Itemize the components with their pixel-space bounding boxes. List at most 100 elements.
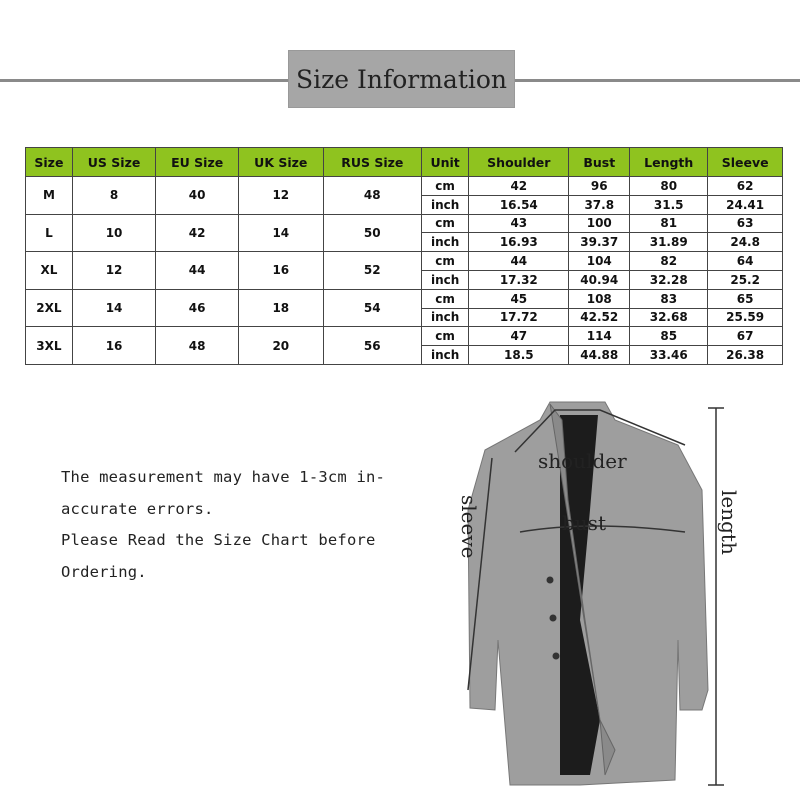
table-cell: inch — [420, 307, 470, 328]
table-cell: 63 — [707, 213, 783, 234]
length-line — [708, 407, 724, 786]
table-cell: 14 — [238, 213, 324, 253]
table-cell: cm — [420, 288, 470, 309]
table-cell: 67 — [707, 326, 783, 347]
table-cell: 85 — [629, 326, 709, 347]
table-cell: cm — [420, 326, 470, 347]
table-cell: 50 — [322, 213, 423, 253]
measurement-note: The measurement may have 1-3cm in- accur… — [61, 462, 385, 588]
table-cell: 42.52 — [568, 307, 631, 328]
table-cell: 18 — [238, 288, 324, 328]
column-header: Sleeve — [707, 147, 783, 177]
table-cell: inch — [420, 345, 470, 365]
note-line: Ordering. — [61, 562, 147, 581]
column-header: UK Size — [238, 147, 324, 177]
column-header: EU Size — [155, 147, 240, 177]
table-cell: 20 — [238, 326, 324, 365]
table-cell: 44 — [468, 251, 570, 271]
coat-button — [549, 614, 557, 622]
coat-diagram: shoulder bust sleeve length — [457, 401, 740, 786]
table-cell: 17.72 — [468, 307, 570, 328]
table-cell: 32.28 — [629, 269, 709, 290]
table-cell: inch — [420, 194, 470, 215]
coat-button — [552, 652, 560, 660]
table-cell: 40.94 — [568, 269, 631, 290]
table-cell: 54 — [322, 288, 423, 328]
table-cell: 31.89 — [629, 232, 709, 253]
column-header: RUS Size — [322, 147, 423, 177]
table-header-row: Size US Size EU Size UK Size RUS Size Unit Sho… — [25, 147, 783, 177]
table-cell: 48 — [322, 176, 423, 215]
table-cell: 14 — [71, 288, 157, 328]
table-cell: 81 — [629, 213, 709, 234]
note-line: accurate errors. — [61, 499, 214, 518]
table-cell: 3XL — [25, 326, 73, 365]
table-cell: 48 — [155, 326, 240, 365]
table-cell: 16.93 — [468, 232, 570, 253]
table-row: L 10 42 14 50 cm 43 100 81 63 — [25, 213, 783, 253]
column-header: Length — [629, 147, 709, 177]
page-title: Size Information — [288, 50, 515, 108]
table-cell: 24.8 — [707, 232, 783, 253]
coat-button — [546, 576, 554, 584]
note-line: The measurement may have 1-3cm in- — [61, 468, 386, 486]
table-cell: 8 — [71, 176, 157, 215]
table-cell: M — [25, 176, 73, 215]
table-cell: 96 — [568, 176, 631, 196]
table-cell: 17.32 — [468, 269, 570, 290]
table-cell: 104 — [568, 251, 631, 271]
table-cell: 40 — [155, 176, 240, 215]
column-header: US Size — [71, 147, 157, 177]
table-cell: 46 — [155, 288, 240, 328]
table-cell: 114 — [568, 326, 631, 347]
table-cell: 44 — [155, 251, 240, 290]
table-cell: 64 — [707, 251, 783, 271]
table-cell: 83 — [629, 288, 709, 309]
bust-label: bust — [562, 511, 606, 535]
table-cell: 32.68 — [629, 307, 709, 328]
table-cell: 26.38 — [707, 345, 783, 365]
length-label: length — [717, 490, 740, 555]
table-cell: 80 — [629, 176, 709, 196]
column-header: Bust — [568, 147, 631, 177]
table-cell: cm — [420, 176, 470, 196]
table-row: 3XL 16 48 20 56 cm 47 114 85 67 — [25, 326, 783, 365]
table-cell: L — [25, 213, 73, 253]
column-header: Size — [25, 147, 73, 177]
table-cell: 62 — [707, 176, 783, 196]
table-cell: 12 — [238, 176, 324, 215]
table-cell: cm — [420, 251, 470, 271]
table-cell: 108 — [568, 288, 631, 309]
table-cell: 39.37 — [568, 232, 631, 253]
table-cell: cm — [420, 213, 470, 234]
table-cell: 82 — [629, 251, 709, 271]
table-cell: 100 — [568, 213, 631, 234]
sleeve-label: sleeve — [457, 495, 481, 558]
table-cell: XL — [25, 251, 73, 290]
table-cell: 42 — [155, 213, 240, 253]
table-cell: 52 — [322, 251, 423, 290]
column-header: Shoulder — [468, 147, 570, 177]
column-header: Unit — [420, 147, 470, 177]
table-cell: 2XL — [25, 288, 73, 328]
table-cell: 25.2 — [707, 269, 783, 290]
table-row: M 8 40 12 48 cm 42 96 80 62 — [25, 176, 783, 215]
table-cell: 16 — [71, 326, 157, 365]
table-cell: 16.54 — [468, 194, 570, 215]
table-cell: 45 — [468, 288, 570, 309]
table-cell: 18.5 — [468, 345, 570, 365]
table-cell: 16 — [238, 251, 324, 290]
table-cell: 43 — [468, 213, 570, 234]
table-row: 2XL 14 46 18 54 cm 45 108 83 65 — [25, 288, 783, 328]
table-cell: 42 — [468, 176, 570, 196]
table-cell: inch — [420, 232, 470, 253]
table-row: XL 12 44 16 52 cm 44 104 82 64 — [25, 251, 783, 290]
table-cell: 24.41 — [707, 194, 783, 215]
table-cell: 33.46 — [629, 345, 709, 365]
table-cell: 65 — [707, 288, 783, 309]
table-cell: 25.59 — [707, 307, 783, 328]
table-cell: 44.88 — [568, 345, 631, 365]
note-line: Please Read the Size Chart before — [61, 531, 376, 549]
table-cell: 37.8 — [568, 194, 631, 215]
table-cell: 12 — [71, 251, 157, 290]
